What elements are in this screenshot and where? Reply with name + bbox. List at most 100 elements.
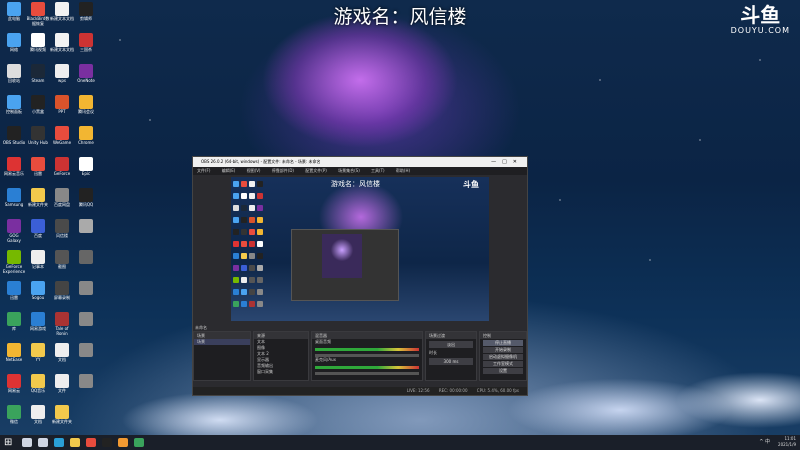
desktop-shortcut[interactable]: 此电脑: [2, 2, 26, 26]
virtual-camera-button[interactable]: 启动虚拟摄像机: [483, 354, 523, 360]
volume-slider[interactable]: [315, 372, 419, 375]
chrome-icon[interactable]: [86, 438, 96, 447]
desktop-shortcut[interactable]: Sogou: [26, 281, 50, 305]
clock[interactable]: 11:01 2021/1/9: [778, 436, 796, 448]
desktop-shortcut[interactable]: 屏幕录制: [50, 281, 74, 305]
app-icon: [79, 64, 93, 78]
desktop-shortcut[interactable]: GeForce: [50, 157, 74, 181]
desktop-shortcut[interactable]: 记事本: [26, 250, 50, 274]
desktop-shortcut[interactable]: QQ音乐: [26, 374, 50, 398]
stop-streaming-button[interactable]: 停止直播: [483, 340, 523, 346]
menu-docks[interactable]: 停靠部件(D): [272, 168, 294, 173]
obs-titlebar[interactable]: OBS 26.0.2 (64-bit, windows) - 配置文件: 未命名…: [193, 157, 527, 167]
desktop-shortcut[interactable]: 剪辑师: [74, 2, 98, 26]
desktop-shortcut[interactable]: 新建文本文档: [50, 33, 74, 57]
desktop-shortcut[interactable]: 小黑盒: [26, 95, 50, 119]
source-item[interactable]: 窗口采集: [254, 369, 308, 375]
folder-icon[interactable]: [70, 438, 80, 447]
desktop-shortcut[interactable]: 文件: [50, 374, 74, 398]
search-icon[interactable]: [22, 438, 32, 447]
window-controls[interactable]: —□✕: [491, 157, 523, 167]
desktop-shortcut[interactable]: 文档: [26, 405, 50, 429]
obs-window[interactable]: OBS 26.0.2 (64-bit, windows) - 配置文件: 未命名…: [192, 156, 528, 396]
edge-icon[interactable]: [54, 438, 64, 447]
app-icon: [7, 250, 21, 264]
audio-meter: [315, 366, 419, 369]
desktop-shortcut[interactable]: 控制面板: [2, 95, 26, 119]
desktop-shortcut[interactable]: 腾讯QQ: [74, 188, 98, 212]
nested-preview: [291, 229, 399, 301]
scene-item[interactable]: 场景: [194, 339, 250, 345]
desktop-shortcut[interactable]: [74, 343, 98, 367]
desktop-shortcut[interactable]: wps: [50, 64, 74, 88]
desktop-shortcut[interactable]: OBS Studio: [2, 126, 26, 150]
desktop-shortcut[interactable]: 腾讯会议: [74, 95, 98, 119]
desktop-shortcut[interactable]: YY: [26, 343, 50, 367]
task-view-icon[interactable]: [38, 438, 48, 447]
desktop-shortcut[interactable]: [74, 219, 98, 243]
desktop-shortcut[interactable]: 百度网盘: [50, 188, 74, 212]
desktop-shortcut[interactable]: 网易云音乐: [2, 157, 26, 181]
desktop-shortcut[interactable]: BlackBird数据恢复: [26, 2, 50, 26]
desktop-shortcut[interactable]: [74, 250, 98, 274]
desktop-shortcut[interactable]: 截图: [50, 250, 74, 274]
menu-edit[interactable]: 编辑(E): [222, 168, 236, 173]
obs-icon[interactable]: [102, 438, 112, 447]
menu-view[interactable]: 视图(V): [247, 168, 261, 173]
app-icon[interactable]: [118, 438, 128, 447]
desktop-shortcut[interactable]: Chrome: [74, 126, 98, 150]
desktop-shortcut[interactable]: Steam: [26, 64, 50, 88]
menu-profile[interactable]: 配置文件(P): [305, 168, 327, 173]
desktop-shortcut[interactable]: Epic: [74, 157, 98, 181]
system-tray[interactable]: ^ 中: [759, 435, 770, 450]
desktop-shortcut[interactable]: 网易云: [2, 374, 26, 398]
desktop-shortcut[interactable]: 文档: [50, 343, 74, 367]
menu-tools[interactable]: 工具(T): [371, 168, 385, 173]
game-icon: [55, 219, 69, 233]
desktop-shortcut[interactable]: 回收站: [2, 64, 26, 88]
desktop-shortcut[interactable]: Tale of Ronin: [50, 312, 74, 336]
preview-mini-icon: [249, 301, 255, 307]
menu-help[interactable]: 帮助(H): [396, 168, 410, 173]
desktop-shortcut[interactable]: [74, 281, 98, 305]
transition-select[interactable]: 淡出: [429, 341, 473, 348]
settings-button[interactable]: 设置: [483, 368, 523, 374]
desktop-shortcut[interactable]: 微信: [2, 405, 26, 429]
desktop-shortcut[interactable]: 库: [2, 312, 26, 336]
shortcut-label: 新建文件夹: [28, 202, 48, 207]
desktop-shortcut[interactable]: NetEase: [2, 343, 26, 367]
desktop-shortcut[interactable]: 百度: [26, 219, 50, 243]
shortcut-label: GeForce Experience: [2, 264, 26, 274]
desktop-shortcut[interactable]: PPT: [50, 95, 74, 119]
desktop-shortcut[interactable]: 新建文件夹: [50, 405, 74, 429]
shortcut-label: [74, 326, 98, 336]
desktop-shortcut[interactable]: Unity Hub: [26, 126, 50, 150]
shortcut-label: 新建文本文档: [50, 16, 74, 21]
desktop-shortcut[interactable]: WeGame: [50, 126, 74, 150]
desktop-shortcut[interactable]: [74, 312, 98, 336]
start-recording-button[interactable]: 开始录制: [483, 347, 523, 353]
menu-file[interactable]: 文件(F): [197, 168, 210, 173]
desktop-shortcut[interactable]: [74, 374, 98, 398]
desktop-shortcut[interactable]: 腾讯视频: [26, 33, 50, 57]
desktop-shortcut[interactable]: 网易游戏: [26, 312, 50, 336]
desktop-shortcut[interactable]: GeForce Experience: [2, 250, 26, 274]
obs-statusbar: LIVE: 12:56 REC: 00:00:00 CPU: 5.4%, 60.…: [193, 387, 527, 395]
document-icon: [55, 2, 69, 16]
studio-mode-button[interactable]: 工作室模式: [483, 361, 523, 367]
desktop-shortcut[interactable]: GOG Galaxy: [2, 219, 26, 243]
menu-scene-collection[interactable]: 场景集合(S): [338, 168, 360, 173]
duration-input[interactable]: 300 ms: [429, 358, 473, 365]
wechat-icon[interactable]: [134, 438, 144, 447]
desktop-shortcut[interactable]: 新建文件夹: [26, 188, 50, 212]
desktop-shortcut[interactable]: 迅雷: [2, 281, 26, 305]
desktop-shortcut[interactable]: 迅雷: [26, 157, 50, 181]
desktop-shortcut[interactable]: OneNote: [74, 64, 98, 88]
desktop-shortcut[interactable]: 网络: [2, 33, 26, 57]
obs-preview[interactable]: 游戏名：风信楼 斗鱼: [231, 177, 489, 321]
desktop-shortcut[interactable]: Samsung: [2, 188, 26, 212]
desktop-shortcut[interactable]: 新建文本文档: [50, 2, 74, 26]
desktop-shortcut[interactable]: 风信楼: [50, 219, 74, 243]
desktop-shortcut[interactable]: 三国杀: [74, 33, 98, 57]
start-button[interactable]: ⊞: [4, 437, 15, 448]
